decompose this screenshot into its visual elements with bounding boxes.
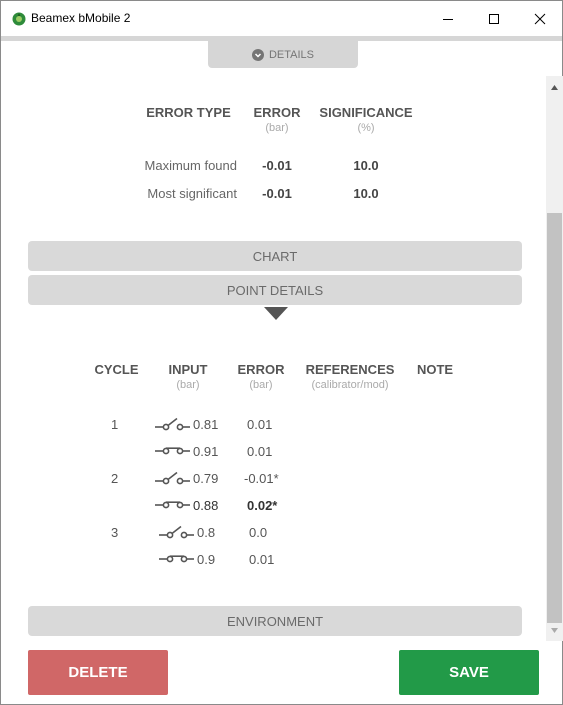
input-value: 0.79 [193, 471, 219, 486]
error-value: -0.01* [244, 471, 279, 486]
error-value: -0.01 [262, 158, 292, 173]
expanded-caret-icon [264, 307, 288, 320]
maximize-button[interactable] [471, 1, 517, 36]
scroll-up-arrow-icon[interactable] [546, 80, 563, 94]
col-unit-input: (bar) [176, 379, 200, 391]
col-header-error: ERROR [237, 362, 285, 377]
col-unit-error: (bar) [265, 122, 289, 134]
col-unit-significance: (%) [357, 122, 375, 134]
environment-section-button[interactable]: ENVIRONMENT [28, 606, 522, 636]
error-value: 0.0 [249, 525, 268, 540]
maximize-icon [489, 13, 499, 24]
error-value: 0.01 [249, 552, 275, 567]
cycle-number: 2 [111, 471, 119, 486]
error-type-label: Most significant [147, 186, 237, 201]
col-header-references: REFERENCES [305, 362, 395, 377]
col-header-input: INPUT [168, 362, 208, 377]
input-value: 0.88 [193, 498, 219, 513]
window-title: Beamex bMobile 2 [31, 11, 131, 25]
point-details-section-button[interactable]: POINT DETAILS [28, 275, 522, 305]
input-value: 0.9 [197, 552, 216, 567]
error-value: -0.01 [262, 186, 292, 201]
app-window: Beamex bMobile 2 DETAILS ERROR TYPE ERRO… [0, 0, 563, 705]
title-bar: Beamex bMobile 2 [1, 1, 562, 36]
error-value: 0.01 [247, 444, 273, 459]
switch-open-icon [155, 471, 190, 485]
cycle-number: 1 [111, 417, 119, 432]
input-value: 0.81 [193, 417, 219, 432]
col-header-cycle: CYCLE [94, 362, 139, 377]
minimize-button[interactable] [425, 1, 471, 36]
save-button[interactable]: SAVE [399, 650, 539, 695]
chart-section-button[interactable]: CHART [28, 241, 522, 271]
scrollbar-thumb[interactable] [547, 213, 562, 623]
beamex-logo-icon [12, 12, 26, 26]
significance-value: 10.0 [353, 158, 379, 173]
switch-closed-icon [159, 555, 194, 563]
switch-closed-icon [155, 501, 190, 509]
cycle-number: 3 [111, 525, 119, 540]
col-header-error: ERROR [253, 105, 301, 120]
details-toggle-button[interactable]: DETAILS [208, 41, 358, 68]
col-header-note: NOTE [416, 362, 454, 377]
delete-button[interactable]: DELETE [28, 650, 168, 695]
input-value: 0.8 [197, 525, 216, 540]
switch-open-icon [155, 417, 190, 431]
col-unit-error: (bar) [249, 379, 273, 391]
close-icon [534, 13, 546, 24]
minimize-icon [443, 18, 453, 20]
col-header-significance: SIGNIFICANCE [319, 105, 413, 120]
scroll-down-arrow-icon[interactable] [546, 623, 563, 637]
significance-value: 10.0 [353, 186, 379, 201]
error-value: 0.02* [247, 498, 278, 513]
details-label: DETAILS [268, 48, 315, 61]
error-value: 0.01 [247, 417, 273, 432]
close-button[interactable] [517, 1, 563, 36]
chevron-down-circle-icon [251, 48, 264, 61]
error-type-label: Maximum found [144, 158, 237, 173]
col-unit-references: (calibrator/mod) [311, 379, 389, 391]
col-header-error-type: ERROR TYPE [146, 105, 231, 120]
switch-closed-icon [155, 447, 190, 455]
switch-open-icon [159, 525, 194, 539]
input-value: 0.91 [193, 444, 219, 459]
